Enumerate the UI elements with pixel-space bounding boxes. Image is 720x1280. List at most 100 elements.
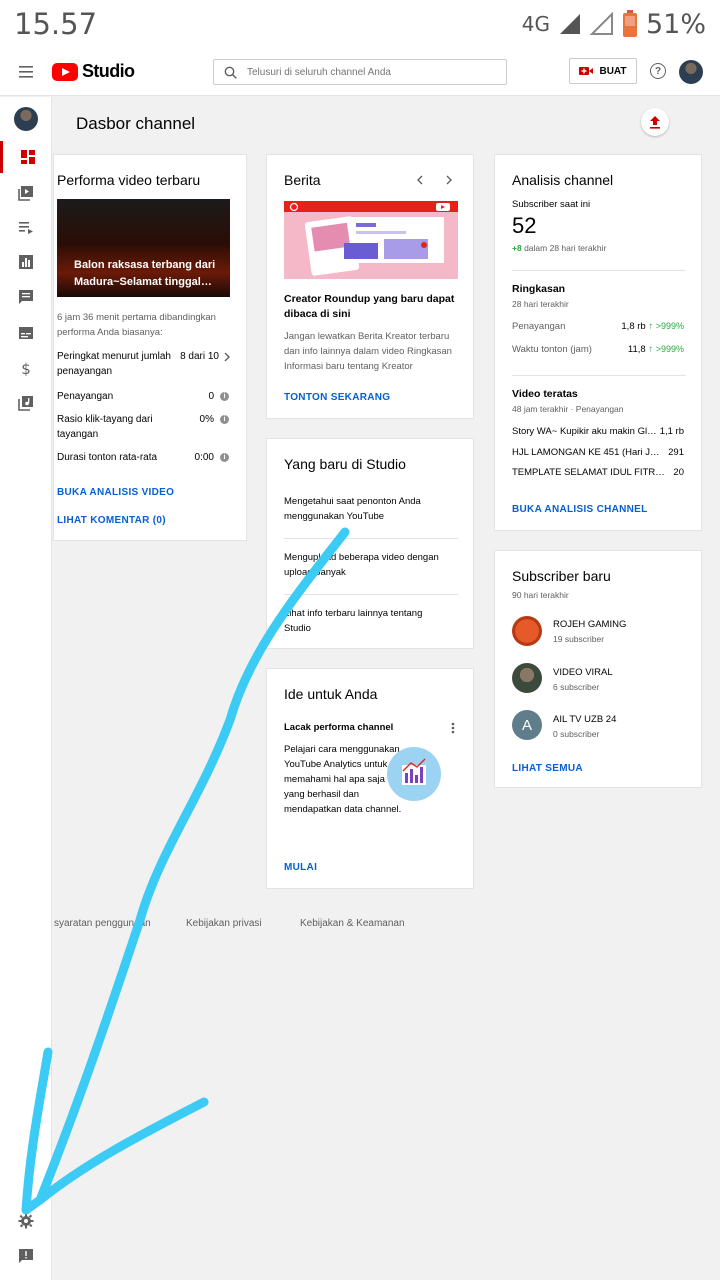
news-headline[interactable]: Creator Roundup yang baru dapat dibaca d… (284, 292, 459, 322)
latest-video-card: Performa video terbaru Balon raksasa ter… (53, 154, 247, 541)
video-thumbnail[interactable]: Balon raksasa terbang dari Madura~Selama… (57, 199, 230, 297)
news-image[interactable] (284, 201, 458, 279)
channel-avatar[interactable] (14, 107, 38, 131)
subscriber-count: 0 subscriber (553, 729, 600, 739)
search-input[interactable] (247, 66, 487, 78)
summary-views-label: Penayangan (512, 321, 566, 332)
nav-subtitles[interactable] (0, 317, 52, 349)
summary-views-change: >999% (655, 321, 684, 331)
info-icon[interactable]: i (220, 415, 229, 424)
channel-analytics-link[interactable]: BUKA ANALISIS CHANNEL (512, 504, 648, 515)
top-videos-title: Video teratas (512, 388, 578, 400)
views-row: Penayangan 0i (57, 389, 229, 404)
nav-analytics[interactable] (0, 246, 52, 278)
nav-comments[interactable] (0, 281, 52, 313)
page-title: Dasbor channel (76, 114, 196, 133)
avg-duration-value: 0:00 (194, 452, 214, 463)
divider (512, 270, 686, 271)
subscriber-name[interactable]: ROJEH GAMING (553, 617, 626, 632)
arrow-up-icon: ↑ (648, 344, 654, 355)
logo-text: Studio (82, 61, 135, 81)
signal-icon (559, 14, 580, 34)
upload-button[interactable] (641, 108, 669, 136)
subscriber-avatar[interactable]: A (512, 710, 542, 740)
analytics-icon (19, 255, 33, 269)
top-video-row[interactable]: Story WA~ Kupikir aku makin Gl… 1,1 rb (512, 424, 684, 439)
account-avatar[interactable] (679, 60, 703, 84)
signal-empty-icon (589, 12, 613, 35)
top-video-row[interactable]: TEMPLATE SELAMAT IDUL FITR… 20 (512, 465, 684, 480)
playlist-icon (19, 222, 33, 234)
menu-button[interactable] (0, 48, 52, 96)
subs-period: 90 hari terakhir (512, 590, 569, 600)
youtube-logo-icon (52, 62, 78, 81)
subscriber-avatar[interactable] (512, 663, 542, 693)
rank-label: Peringkat menurut jumlah penayangan (57, 351, 171, 377)
info-icon[interactable]: i (220, 392, 229, 401)
summary-watch-label: Waktu tonton (jam) (512, 344, 592, 355)
new-subscribers-card: Subscriber baru 90 hari terakhir ROJEH G… (494, 550, 702, 788)
top-video-title: HJL LAMONGAN KE 451 (Hari J… (512, 447, 660, 458)
summary-views-row: Penayangan 1,8 rb ↑ >999% (512, 319, 684, 334)
rank-value: 8 dari 10 (180, 351, 219, 362)
create-label: BUAT (599, 65, 627, 77)
whats-new-item[interactable]: Mengetahui saat penonton Anda menggunaka… (284, 494, 444, 524)
help-icon[interactable]: ? (650, 63, 666, 79)
app-header: Studio BUAT ? (0, 48, 720, 96)
channel-analytics-card: Analisis channel Subscriber saat ini 52 … (494, 154, 702, 531)
subs-delta-row: +8 dalam 28 hari terakhir (512, 241, 606, 256)
nav-feedback[interactable] (0, 1240, 52, 1272)
current-subs-label: Subscriber saat ini (512, 199, 591, 210)
svg-text:$: $ (21, 360, 31, 376)
network-type: 4G (521, 12, 550, 36)
chevron-left-icon[interactable] (415, 174, 425, 186)
whats-new-card: Yang baru di Studio Mengetahui saat peno… (266, 438, 474, 649)
subscriber-count: 19 subscriber (553, 634, 605, 644)
nav-content[interactable] (0, 177, 52, 209)
chevron-right-icon[interactable] (444, 174, 454, 186)
subs-delta: +8 (512, 243, 522, 253)
subscriber-name[interactable]: AIL TV UZB 24 (553, 712, 616, 727)
subtitles-icon (19, 327, 33, 339)
whats-new-item[interactable]: Lihat info terbaru lainnya tentang Studi… (284, 606, 444, 636)
current-subs-count: 52 (512, 213, 537, 238)
create-button[interactable]: BUAT (569, 58, 637, 84)
nav-audio-library[interactable] (0, 387, 52, 419)
nav-monetization[interactable]: $ (0, 352, 52, 384)
subscriber-name[interactable]: VIDEO VIRAL (553, 665, 613, 680)
ideas-subtitle: Lacak performa channel (284, 722, 394, 733)
top-video-row[interactable]: HJL LAMONGAN KE 451 (Hari J… 291 (512, 445, 684, 460)
video-camera-icon (579, 67, 594, 75)
nav-dashboard[interactable] (0, 141, 52, 173)
watch-now-link[interactable]: TONTON SEKARANG (284, 392, 390, 403)
summary-period: 28 hari terakhir (512, 299, 569, 309)
analytics-illustration-icon (387, 747, 441, 801)
comments-icon (19, 290, 33, 304)
ctr-row: Rasio klik-tayang dari tayangan 0% i (57, 412, 229, 442)
gear-icon (18, 1213, 34, 1229)
ctr-label: Rasio klik-tayang dari tayangan (57, 414, 153, 440)
comments-link[interactable]: LIHAT KOMENTAR (0) (57, 515, 166, 526)
info-icon[interactable]: i (220, 453, 229, 462)
video-analytics-link[interactable]: BUKA ANALISIS VIDEO (57, 487, 174, 498)
search-box[interactable] (213, 59, 507, 85)
status-time: 15.57 (14, 7, 98, 41)
nav-playlists[interactable] (0, 211, 52, 243)
subs-delta-period: dalam 28 hari terakhir (524, 243, 607, 253)
thumbnail-caption: Balon raksasa terbang dari Madura~Selama… (74, 259, 216, 288)
see-all-link[interactable]: LIHAT SEMUA (512, 763, 583, 774)
chevron-right-icon (224, 352, 230, 361)
whats-new-item[interactable]: Mengupload beberapa video dengan upload … (284, 550, 444, 580)
card-title: Ide untuk Anda (284, 686, 378, 702)
subscriber-avatar[interactable] (512, 616, 542, 646)
start-link[interactable]: MULAI (284, 862, 317, 873)
privacy-link[interactable]: Kebijakan privasi (186, 918, 262, 929)
summary-title: Ringkasan (512, 283, 566, 295)
terms-link[interactable]: syaratan penggunaan (54, 918, 151, 929)
studio-logo[interactable]: Studio (52, 61, 135, 82)
rank-row[interactable]: Peringkat menurut jumlah penayangan 8 da… (57, 349, 233, 379)
policy-link[interactable]: Kebijakan & Keamanan (300, 918, 405, 929)
nav-settings[interactable] (0, 1205, 52, 1237)
more-vert-icon[interactable] (451, 722, 455, 734)
arrow-up-icon: ↑ (648, 321, 654, 332)
